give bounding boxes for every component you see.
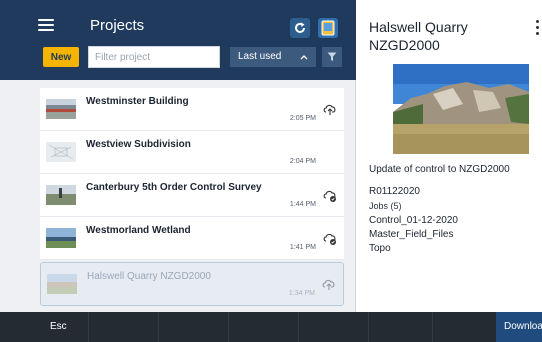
project-description: Update of control to NZGD2000 bbox=[369, 164, 510, 175]
cloud-upload-icon[interactable] bbox=[321, 276, 337, 292]
hamburger-menu-icon[interactable] bbox=[38, 19, 54, 31]
project-time: 1:34 PM bbox=[288, 290, 315, 297]
project-time: 1:44 PM bbox=[289, 201, 316, 208]
softkey-slot bbox=[158, 312, 228, 342]
project-name: Halswell Quarry NZGD2000 bbox=[87, 271, 211, 282]
project-row-selected[interactable]: Halswell Quarry NZGD2000 1:34 PM bbox=[40, 262, 344, 306]
jobs-count: Jobs (5) bbox=[369, 201, 402, 211]
funnel-icon bbox=[327, 52, 337, 61]
projects-panel: Projects New Last used bbox=[0, 0, 356, 312]
project-name: Westmorland Wetland bbox=[86, 225, 191, 236]
detail-title: Halswell Quarry NZGD2000 bbox=[369, 19, 468, 53]
tablet-icon bbox=[321, 20, 335, 36]
new-project-button[interactable]: New bbox=[43, 47, 79, 67]
job-item[interactable]: Master_Field_Files bbox=[369, 229, 453, 240]
softkey-slot bbox=[368, 312, 432, 342]
project-list: Westminster Building 2:05 PM Westview Su… bbox=[40, 88, 344, 306]
filter-button[interactable] bbox=[322, 47, 342, 67]
project-thumbnail bbox=[46, 185, 76, 205]
project-time: 1:41 PM bbox=[289, 244, 316, 251]
cloud-upload-icon[interactable] bbox=[322, 101, 338, 117]
device-button[interactable] bbox=[318, 18, 338, 38]
project-detail-panel: Halswell Quarry NZGD2000 Update of contr… bbox=[357, 0, 542, 312]
bottom-softkey-bar: Esc Download bbox=[0, 312, 542, 342]
project-time: 2:05 PM bbox=[289, 115, 316, 122]
job-item[interactable]: Control_01-12-2020 bbox=[369, 215, 458, 226]
app-window: Projects New Last used bbox=[0, 0, 542, 342]
project-name: Westminster Building bbox=[86, 96, 189, 107]
job-item[interactable]: Topo bbox=[369, 243, 391, 254]
sync-button[interactable] bbox=[290, 18, 310, 38]
project-thumbnail bbox=[47, 274, 77, 294]
project-photo bbox=[393, 64, 529, 154]
chevron-up-icon bbox=[300, 55, 308, 60]
softkey-slot bbox=[432, 312, 496, 342]
page-title: Projects bbox=[90, 17, 145, 34]
more-options-icon[interactable] bbox=[535, 20, 541, 40]
project-name: Canterbury 5th Order Control Survey bbox=[86, 182, 262, 193]
project-name: Westview Subdivision bbox=[86, 139, 191, 150]
project-row[interactable]: Westminster Building 2:05 PM bbox=[40, 88, 344, 131]
project-time: 2:04 PM bbox=[289, 158, 316, 165]
download-button[interactable]: Download bbox=[496, 312, 542, 342]
project-thumbnail bbox=[46, 142, 76, 162]
projects-header: Projects New Last used bbox=[0, 0, 356, 80]
project-row[interactable]: Canterbury 5th Order Control Survey 1:44… bbox=[40, 174, 344, 217]
project-row[interactable]: Westmorland Wetland 1:41 PM bbox=[40, 217, 344, 260]
sort-label: Last used bbox=[238, 51, 282, 62]
cloud-synced-icon[interactable] bbox=[322, 230, 338, 246]
project-code: R01122020 bbox=[369, 186, 420, 197]
refresh-icon bbox=[295, 22, 305, 33]
esc-button[interactable]: Esc bbox=[36, 312, 86, 342]
project-row[interactable]: Westview Subdivision 2:04 PM bbox=[40, 131, 344, 174]
project-thumbnail bbox=[46, 228, 76, 248]
cloud-synced-icon[interactable] bbox=[322, 187, 338, 203]
softkey-slot bbox=[228, 312, 298, 342]
filter-project-input[interactable] bbox=[88, 46, 220, 68]
softkey-slot bbox=[88, 312, 158, 342]
sort-dropdown[interactable]: Last used bbox=[230, 47, 316, 67]
softkey-slot bbox=[298, 312, 368, 342]
project-thumbnail bbox=[46, 99, 76, 119]
